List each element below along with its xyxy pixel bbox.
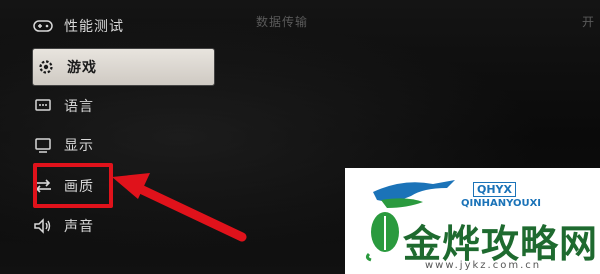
site-url: www.jykz.com.cn: [425, 260, 542, 271]
gear-icon: [33, 57, 59, 77]
chat-icon: [30, 96, 56, 116]
menu-item-language[interactable]: 语言: [30, 89, 210, 123]
menu-item-label: 声音: [64, 219, 94, 235]
gamepad-icon: [30, 16, 56, 36]
menu-item-label: 显示: [64, 138, 94, 154]
menu-item-game[interactable]: 游戏: [33, 49, 214, 85]
leaf-plug-icon: [365, 212, 399, 262]
menu-item-label: 性能测试: [64, 19, 124, 35]
menu-item-display[interactable]: 显示: [30, 128, 210, 162]
menu-item-label: 游戏: [67, 60, 97, 76]
watermark-badge: QHYX QINHANYOUXI 金烨攻略网 www.jykz.com.cn: [345, 168, 600, 274]
annotation-arrow: [112, 173, 247, 242]
tab-data-transfer[interactable]: 数据传输: [256, 13, 308, 30]
menu-item-performance-test[interactable]: 性能测试: [30, 9, 210, 43]
brand-box-text: QHYX: [473, 182, 517, 197]
speaker-icon: [30, 216, 56, 236]
menu-item-label: 语言: [64, 99, 94, 115]
annotation-highlight-box: [33, 163, 113, 208]
brand-subtitle: QINHANYOUXI: [461, 198, 542, 209]
dragon-logo-icon: [373, 180, 455, 208]
monitor-icon: [30, 135, 56, 155]
tab-right-partial[interactable]: 开: [582, 13, 595, 30]
